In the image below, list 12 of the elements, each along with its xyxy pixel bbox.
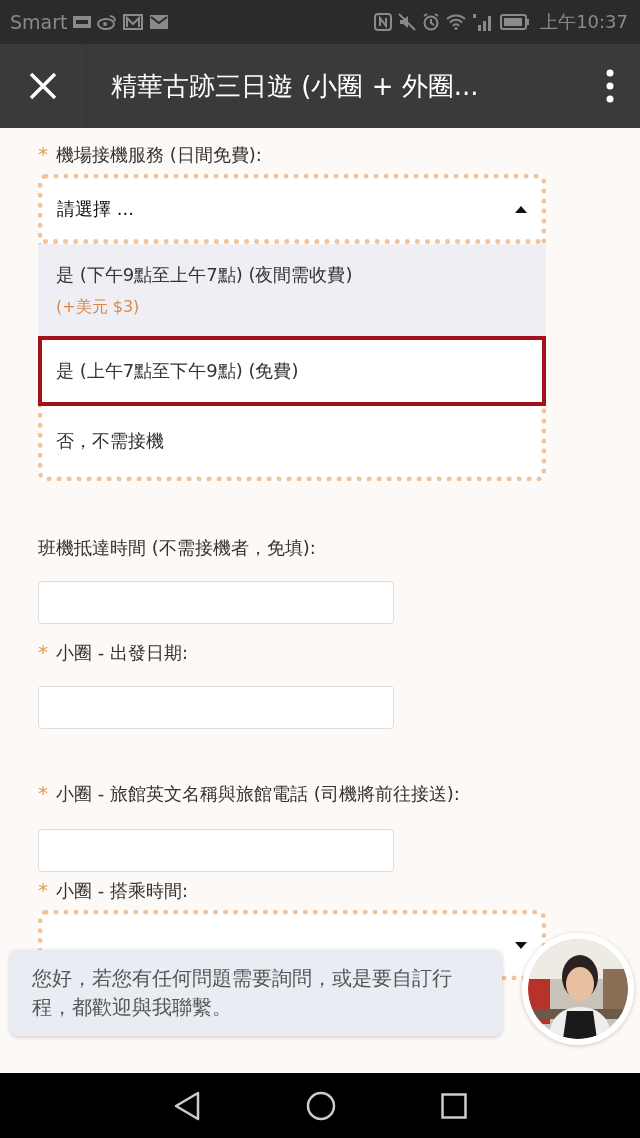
required-asterisk: * — [38, 142, 48, 166]
field-label: 小圈 - 旅館英文名稱與旅館電話 (司機將前往接送): — [56, 782, 460, 806]
field-label: 小圈 - 搭乘時間: — [56, 879, 188, 903]
required-asterisk: * — [38, 878, 48, 902]
required-asterisk: * — [38, 781, 48, 805]
page-title: 精華古跡三日遊 (小圈 + 外圈... — [86, 44, 580, 128]
field-label: 機場接機服務 (日間免費): — [56, 143, 262, 167]
carrier-name: Smart — [10, 11, 68, 33]
status-time: 上午10:37 — [540, 10, 628, 34]
field-label: 小圈 - 出發日期: — [56, 641, 188, 665]
required-asterisk: * — [38, 640, 48, 664]
field-label: 班機抵達時間 (不需接機者，免填): — [38, 536, 316, 560]
